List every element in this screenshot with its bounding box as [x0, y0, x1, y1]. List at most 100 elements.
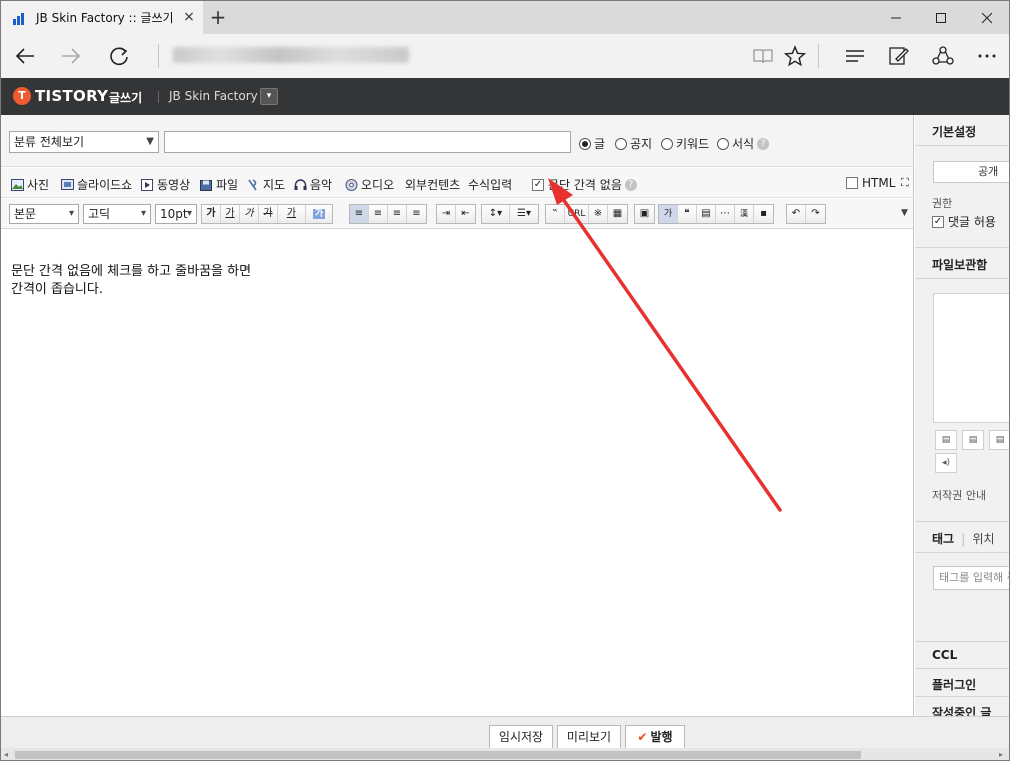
align-left-button[interactable]: ≡: [350, 205, 369, 223]
special-char-button[interactable]: ※: [589, 205, 608, 223]
location-tab[interactable]: 위치: [973, 532, 995, 546]
table-button[interactable]: ▦: [608, 205, 627, 223]
align-center-image-icon[interactable]: ▤: [962, 430, 984, 450]
indent-button[interactable]: ⇥: [437, 205, 456, 223]
attach-external-button[interactable]: 외부컨텐츠: [405, 176, 460, 193]
checkbox-checked-icon: ✓: [932, 215, 944, 228]
favicon-icon: [13, 11, 27, 25]
web-note-button[interactable]: [885, 42, 913, 70]
save-draft-button[interactable]: 임시저장: [489, 725, 553, 749]
attach-video-button[interactable]: 동영상: [141, 176, 190, 193]
line-height-button[interactable]: ↕▾: [482, 205, 510, 223]
insert-formula-button[interactable]: 수식입력: [468, 176, 512, 193]
tistory-logo[interactable]: TISTORY: [35, 87, 108, 105]
browser-tab[interactable]: JB Skin Factory :: 글쓰기 ×: [1, 1, 203, 34]
title-input[interactable]: [164, 131, 571, 153]
tab-close-icon[interactable]: ×: [181, 9, 197, 25]
maximize-button[interactable]: [918, 1, 964, 34]
align-center-button[interactable]: ≡: [369, 205, 388, 223]
tistory-logo-icon[interactable]: T: [13, 87, 31, 105]
redo-button[interactable]: ↷: [806, 205, 825, 223]
paragraph-format-select[interactable]: 본문 ▾: [9, 204, 79, 224]
forward-arrow-icon: [62, 48, 81, 64]
expand-editor-icon[interactable]: ⛶: [901, 176, 909, 190]
forward-button[interactable]: [57, 42, 85, 70]
editor-content[interactable]: 문단 간격 없음에 체크를 하고 줄바꿈을 하면 간격이 좁습니다.: [11, 263, 251, 299]
strike-button[interactable]: 가: [259, 205, 278, 223]
quote-button[interactable]: ‟: [546, 205, 565, 223]
list-button[interactable]: ☰▾: [510, 205, 538, 223]
link-button[interactable]: URL: [565, 205, 589, 223]
highlight-button[interactable]: 가: [306, 205, 332, 223]
more-button[interactable]: [973, 42, 1001, 70]
divider-button[interactable]: ▤: [697, 205, 716, 223]
box-button[interactable]: ▣: [635, 205, 654, 223]
help-icon[interactable]: ?: [757, 137, 770, 150]
attach-map-button[interactable]: 지도: [247, 176, 285, 193]
close-window-button[interactable]: [964, 1, 1009, 34]
scrollbar-thumb[interactable]: [15, 751, 861, 759]
undo-button[interactable]: ↶: [787, 205, 806, 223]
align-justify-button[interactable]: ≡: [407, 205, 426, 223]
visibility-button[interactable]: 공개: [933, 161, 1009, 183]
post-meta-row: 분류 전체보기 ▼ 글 공지 키워드 서식 ?: [1, 115, 913, 167]
save-icon-button[interactable]: ▪: [754, 205, 773, 223]
hub-button[interactable]: [841, 42, 869, 70]
type-radio-notice[interactable]: 공지: [615, 135, 652, 152]
url-field[interactable]: [173, 47, 409, 63]
blog-dropdown-button[interactable]: ▾: [260, 88, 278, 105]
text-box-button[interactable]: 가: [659, 205, 678, 223]
font-size-select[interactable]: 10pt ▾: [155, 204, 197, 224]
underline-button[interactable]: 가: [221, 205, 240, 223]
attach-photo-button[interactable]: 사진: [11, 176, 49, 193]
file-storage-box[interactable]: [933, 293, 1009, 423]
new-tab-button[interactable]: +: [207, 7, 229, 29]
ccl-heading[interactable]: CCL: [915, 648, 1009, 662]
back-button[interactable]: [11, 42, 39, 70]
file-storage-heading[interactable]: 파일보관함: [915, 256, 1009, 273]
quote-mark-button[interactable]: ❝: [678, 205, 697, 223]
attach-file-button[interactable]: 파일: [200, 176, 238, 193]
help-icon[interactable]: ?: [624, 178, 637, 191]
scroll-left-icon[interactable]: ◂: [4, 750, 8, 759]
share-button[interactable]: [929, 42, 957, 70]
preview-button[interactable]: 미리보기: [557, 725, 621, 749]
horizontal-scrollbar[interactable]: ◂ ▸: [1, 748, 1009, 760]
reading-view-button[interactable]: [749, 42, 777, 70]
tag-tab[interactable]: 태그 | 위치: [915, 530, 1009, 547]
comment-allow-checkbox[interactable]: ✓ 댓글 허용: [932, 213, 996, 230]
copyright-link[interactable]: 저작권 안내: [932, 487, 986, 503]
type-radio-template[interactable]: 서식 ?: [717, 135, 770, 152]
more-line-button[interactable]: ⋯: [716, 205, 735, 223]
toolbar-more-icon[interactable]: ▼: [901, 208, 908, 218]
favorite-button[interactable]: [781, 42, 809, 70]
tag-input[interactable]: 태그를 입력해 주세요: [933, 566, 1009, 590]
attach-audio-button[interactable]: 오디오: [345, 176, 394, 193]
align-right-button[interactable]: ≡: [388, 205, 407, 223]
font-color-button[interactable]: 가: [278, 205, 306, 223]
category-select[interactable]: 분류 전체보기 ▼: [9, 131, 159, 153]
paragraph-spacing-checkbox[interactable]: ✓ 문단 간격 없음 ?: [532, 176, 637, 193]
align-left-image-icon[interactable]: ▤: [935, 430, 957, 450]
font-family-select[interactable]: 고딕 ▾: [83, 204, 151, 224]
attachment-toolbar: 사진 슬라이드쇼 동영상 파일 지도 음악 오디오 외부컨텐츠 수식입력 ✓ 문…: [1, 168, 913, 198]
basic-settings-heading[interactable]: 기본설정: [915, 123, 1009, 140]
type-radio-keyword[interactable]: 키워드: [661, 135, 709, 152]
scroll-right-icon[interactable]: ▸: [999, 750, 1003, 759]
drafts-heading[interactable]: 작성중인 글: [915, 704, 1009, 716]
refresh-button[interactable]: [105, 42, 133, 70]
align-right-image-icon[interactable]: ▤: [989, 430, 1009, 450]
html-mode-checkbox[interactable]: HTML: [846, 176, 895, 190]
minimize-button[interactable]: [873, 1, 919, 34]
type-radio-post[interactable]: 글: [579, 135, 605, 152]
sound-icon[interactable]: ◂): [935, 453, 957, 473]
hanja-button[interactable]: 漢: [735, 205, 754, 223]
italic-button[interactable]: 가: [240, 205, 259, 223]
publish-button[interactable]: ✔ 발행: [625, 725, 685, 749]
plugin-heading[interactable]: 플러그인: [915, 676, 1009, 693]
outdent-button[interactable]: ⇤: [456, 205, 475, 223]
page-title: 글쓰기: [109, 91, 143, 105]
bold-button[interactable]: 가: [202, 205, 221, 223]
attach-slideshow-button[interactable]: 슬라이드쇼: [61, 176, 132, 193]
attach-music-button[interactable]: 음악: [294, 176, 332, 193]
